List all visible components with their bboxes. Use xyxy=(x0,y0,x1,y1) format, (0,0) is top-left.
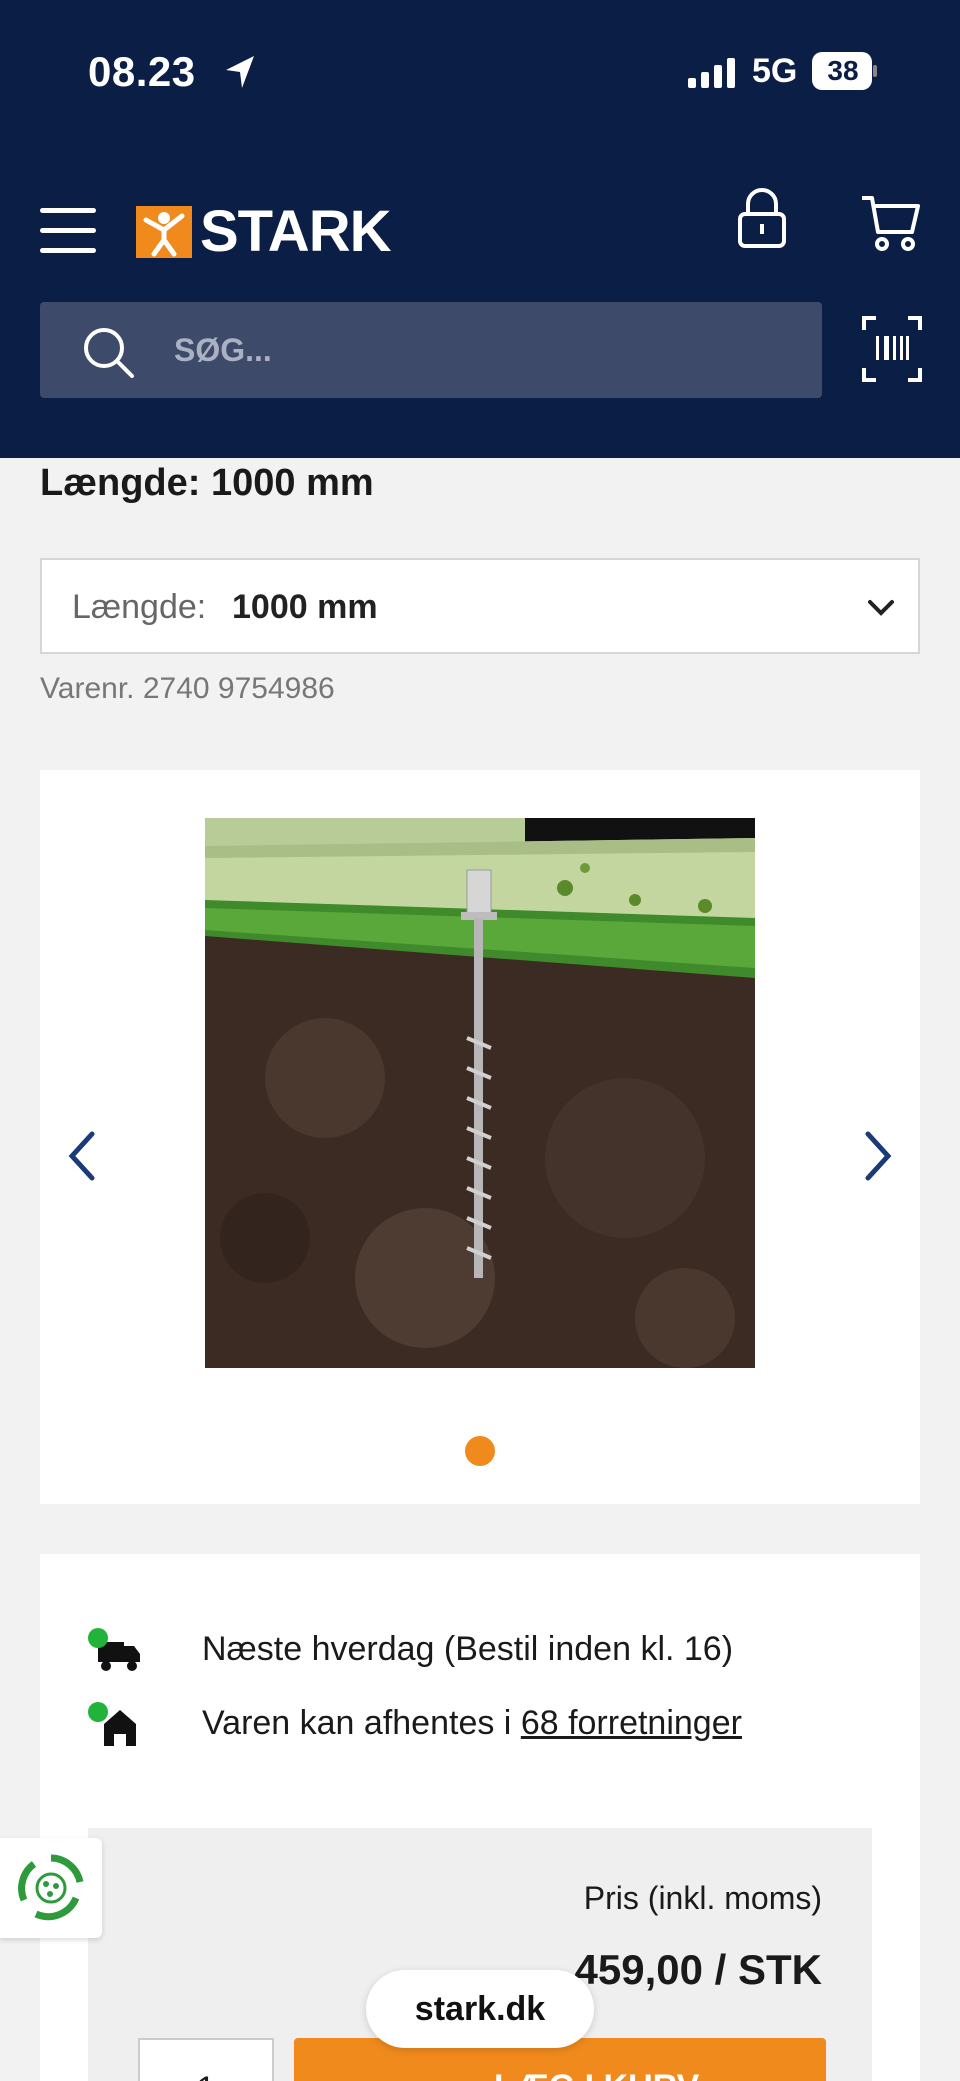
logo-figure-icon xyxy=(143,212,185,257)
length-heading: Længde: 1000 mm xyxy=(40,462,374,504)
search-input[interactable]: SØG... xyxy=(40,302,822,398)
quantity-value: 1 xyxy=(140,2070,272,2081)
quantity-input[interactable]: 1 xyxy=(138,2038,274,2081)
eco-badge[interactable] xyxy=(0,1838,102,1938)
select-value: 1000 mm xyxy=(232,588,378,626)
cart-icon[interactable] xyxy=(860,192,922,252)
price-value: 459,00 / STK xyxy=(574,1946,822,1993)
select-label: Længde: xyxy=(72,588,207,626)
search-placeholder: SØG... xyxy=(174,332,272,368)
login-lock-icon[interactable] xyxy=(736,186,788,250)
delivery-text: Næste hverdag (Bestil inden kl. 16) xyxy=(202,1630,734,1668)
previous-image-arrow-icon[interactable] xyxy=(62,1128,102,1184)
menu-button[interactable] xyxy=(40,208,96,254)
browser-url-bar[interactable]: stark.dk xyxy=(366,1970,594,2048)
pickup-prefix: Varen kan afhentes i xyxy=(202,1704,521,1742)
carousel-dot-active[interactable] xyxy=(465,1436,495,1466)
menu-bar xyxy=(40,208,96,213)
app-header: 08.23 5G 38 STARK SØG... xyxy=(0,0,960,458)
store-home-icon xyxy=(88,1702,136,1746)
product-gallery xyxy=(40,770,920,1504)
item-number: Varenr. 2740 9754986 xyxy=(40,672,335,705)
chevron-down-icon xyxy=(868,600,894,616)
price-label: Pris (inkl. moms) xyxy=(583,1880,822,1916)
status-time: 08.23 xyxy=(88,48,196,95)
recycle-eco-icon xyxy=(18,1854,84,1921)
stark-logo-mark[interactable] xyxy=(136,206,192,258)
battery-level: 38 xyxy=(827,55,859,86)
stark-logo-text[interactable]: STARK xyxy=(200,198,391,265)
pickup-text: Varen kan afhentes i 68 forretninger xyxy=(202,1704,742,1743)
next-image-arrow-icon[interactable] xyxy=(858,1128,898,1184)
barcode-scan-icon[interactable] xyxy=(862,316,922,382)
delivery-truck-icon xyxy=(88,1628,140,1671)
store-count-link[interactable]: 68 forretninger xyxy=(521,1704,742,1742)
menu-bar xyxy=(40,248,96,253)
product-image xyxy=(205,818,755,1368)
search-icon xyxy=(84,328,134,378)
network-type: 5G xyxy=(752,52,798,90)
length-select[interactable]: Længde: 1000 mm xyxy=(40,558,920,654)
menu-bar xyxy=(40,228,96,233)
signal-icon xyxy=(688,58,735,88)
location-arrow-icon xyxy=(226,56,254,88)
add-to-cart-label: LÆG I KURV xyxy=(494,2068,699,2081)
